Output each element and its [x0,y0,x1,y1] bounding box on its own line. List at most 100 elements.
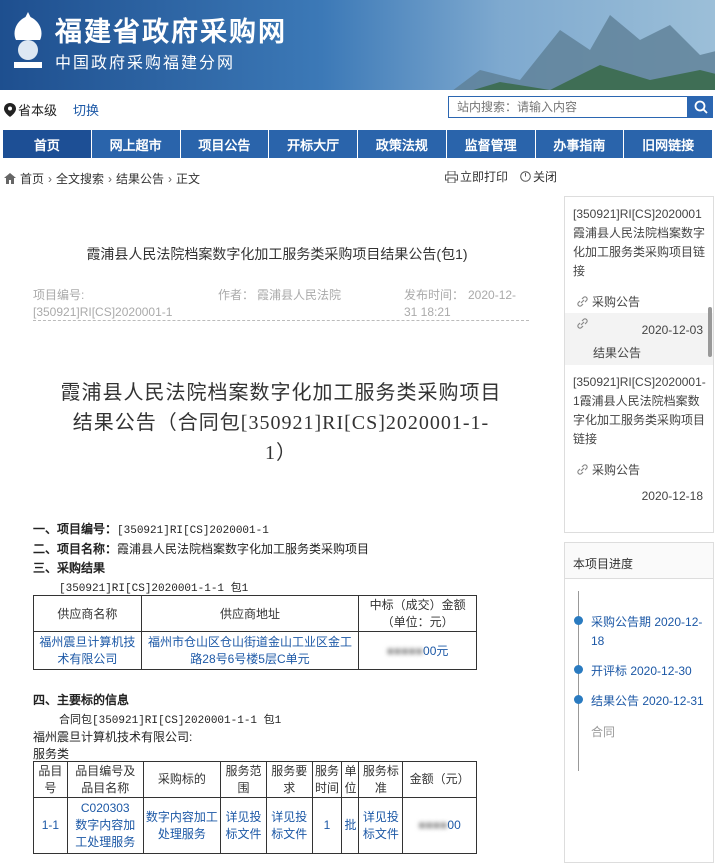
location-indicator: 省本级 [4,100,57,119]
item-unit: 批 [341,797,360,854]
publish-time-line2: 31 18:21 [404,305,451,319]
nav-home[interactable]: 首页 [3,130,91,158]
subject-package: 合同包[350921]RI[CS]2020001-1-1 包1 [59,715,282,727]
progress-title: 本项目进度 [565,543,713,579]
printer-icon [445,170,458,183]
progress-panel: 本项目进度 采购公告期 2020-12-18 开评标 2020-12-30 结果… [564,542,714,863]
location-switch-link[interactable]: 切换 [73,100,99,119]
table-header: 供应商地址 [140,595,360,632]
breadcrumb-separator: › [168,171,173,186]
author-name: 霞浦县人民法院 [257,288,342,302]
related-notice-label: 采购公告 [592,463,641,477]
progress-dot [574,616,583,625]
supplier-address: 福州市仓山区仓山街道金山工业区金工路28号6号楼5层C单元 [140,631,360,670]
related-links-panel: [350921]RI[CS]2020001霞浦县人民法院档案数字化加工服务类采购… [564,196,714,533]
result-package: [350921]RI[CS]2020001-1-1 包1 [59,583,249,595]
item-amount: ■■■■00 [402,797,477,854]
table-header: 服务时间 [311,761,343,798]
main-nav: 首页 网上超市 项目公告 开标大厅 政策法规 监督管理 办事指南 旧网链接 [0,130,715,158]
table-header: 金额（元） [402,761,477,798]
announcement-title-line2: 结果公告（合同包[350921]RI[CS]2020001-1- [72,412,490,434]
announcement-title-line1: 霞浦县人民法院档案数字化加工服务类采购项目 [60,382,502,404]
bid-amount: ■■■■■00元 [358,631,477,670]
breadcrumb-search[interactable]: 全文搜索 [56,170,104,187]
item-no: 1-1 [33,797,68,854]
related-notice-item-2[interactable]: 采购公告 [577,461,640,478]
close-button[interactable]: 关闭 [520,168,557,185]
link-icon [577,296,588,307]
related-result-item[interactable]: 结果公告 [593,344,641,361]
related-notice-date: 2020-12-03 [641,323,703,337]
table-header: 中标（成交）金额 （单位：元） [358,595,477,632]
item-category: C020303 数字内容加工处理服务 [66,797,144,854]
item-time: 1 [311,797,343,854]
link-icon [577,464,588,475]
location-pin-icon [4,102,16,117]
nav-project-notices[interactable]: 项目公告 [180,130,269,158]
subject-company: 福州震旦计算机技术有限公司: [33,730,193,744]
related-notice-item[interactable]: 采购公告 [577,293,640,310]
supplier-name-link[interactable]: 福州震旦计算机技术有限公司 [33,631,142,670]
nav-supervision[interactable]: 监督管理 [446,130,535,158]
article-panel: 霞浦县人民法院档案数字化加工服务类采购项目结果公告(包1) 项目编号: [350… [1,192,553,863]
announcement-title: 霞浦县人民法院档案数字化加工服务类采购项目 结果公告（合同包[350921]RI… [33,378,529,468]
item-requirement-link[interactable]: 详见投标文件 [265,797,313,854]
breadcrumb-separator: › [108,171,113,186]
scrollbar-thumb[interactable] [708,307,712,357]
site-subtitle: 中国政府采购福建分网 [55,55,236,72]
table-header: 采购标的 [142,761,222,798]
site-search-input[interactable] [448,96,688,118]
item-target: 数字内容加工处理服务 [142,797,222,854]
nav-online-mall[interactable]: 网上超市 [91,130,180,158]
nav-bid-hall[interactable]: 开标大厅 [269,130,357,158]
page-title: 霞浦县人民法院档案数字化加工服务类采购项目结果公告(包1) [86,246,468,262]
project-id-label: 项目编号: [33,288,85,302]
location-level: 省本级 [18,103,58,118]
breadcrumb-separator: › [48,171,53,186]
related-project-link-1[interactable]: [350921]RI[CS]2020001霞浦县人民法院档案数字化加工服务类采购… [573,205,709,281]
related-notice-label: 采购公告 [592,295,641,309]
close-icon [520,171,531,182]
nav-guide[interactable]: 办事指南 [535,130,624,158]
search-button[interactable] [688,96,713,118]
mountain-graphic [453,15,715,90]
progress-step[interactable]: 结果公告 2020-12-31 [591,692,709,711]
emblem-icon [14,12,42,68]
link-icon [577,318,588,329]
subject-type: 服务类 [33,747,70,761]
table-header: 单位 [341,761,360,798]
table-header: 供应商名称 [33,595,142,632]
print-button[interactable]: 立即打印 [445,168,508,185]
section-project-id: 一、项目编号：[350921]RI[CS]2020001-1 [33,522,269,537]
result-table: 供应商名称 供应商地址 中标（成交）金额 （单位：元） 福州震旦计算机技术有限公司… [33,595,477,670]
home-icon [4,173,16,184]
breadcrumb-home[interactable]: 首页 [20,170,44,187]
top-bar: 省本级 切换 [0,92,715,124]
table-header: 品目编号及品目名称 [66,761,144,798]
print-label: 立即打印 [460,170,509,184]
section-result-heading: 三、采购结果 [33,561,106,575]
progress-step[interactable]: 采购公告期 2020-12-18 [591,613,709,651]
page-tools: 立即打印 关闭 [445,168,557,185]
announcement-title-line3: 1） [265,442,297,464]
site-banner: 福建省政府采购网 中国政府采购福建分网 [0,0,715,90]
section-project-name: 二、项目名称：霞浦县人民法院档案数字化加工服务类采购项目 [33,542,370,556]
nav-policies[interactable]: 政策法规 [358,130,446,158]
related-project-link-2[interactable]: [350921]RI[CS]2020001-1霞浦县人民法院档案数字化加工服务类… [573,373,709,449]
section-subject-heading: 四、主要标的信息 [33,693,130,707]
breadcrumb: 首页 › 全文搜索 › 结果公告 › 正文 [4,170,200,187]
progress-dot [574,665,583,674]
divider [33,320,529,321]
item-standard-link[interactable]: 详见投标文件 [358,797,404,854]
progress-dot [574,695,583,704]
subject-table: 品目号 品目编号及品目名称 采购标的 服务范围 服务要求 服务时间 单位 服务标… [33,761,477,854]
table-header: 品目号 [33,761,68,798]
item-scope-link[interactable]: 详见投标文件 [220,797,267,854]
publish-time-label: 发布时间： [404,288,465,302]
progress-step[interactable]: 开评标 2020-12-30 [591,662,709,681]
breadcrumb-results[interactable]: 结果公告 [116,170,164,187]
breadcrumb-current: 正文 [176,172,201,186]
project-id-value: [350921]RI[CS]2020001-1 [33,305,173,319]
nav-old-links[interactable]: 旧网链接 [624,130,712,158]
search-icon [694,100,708,114]
